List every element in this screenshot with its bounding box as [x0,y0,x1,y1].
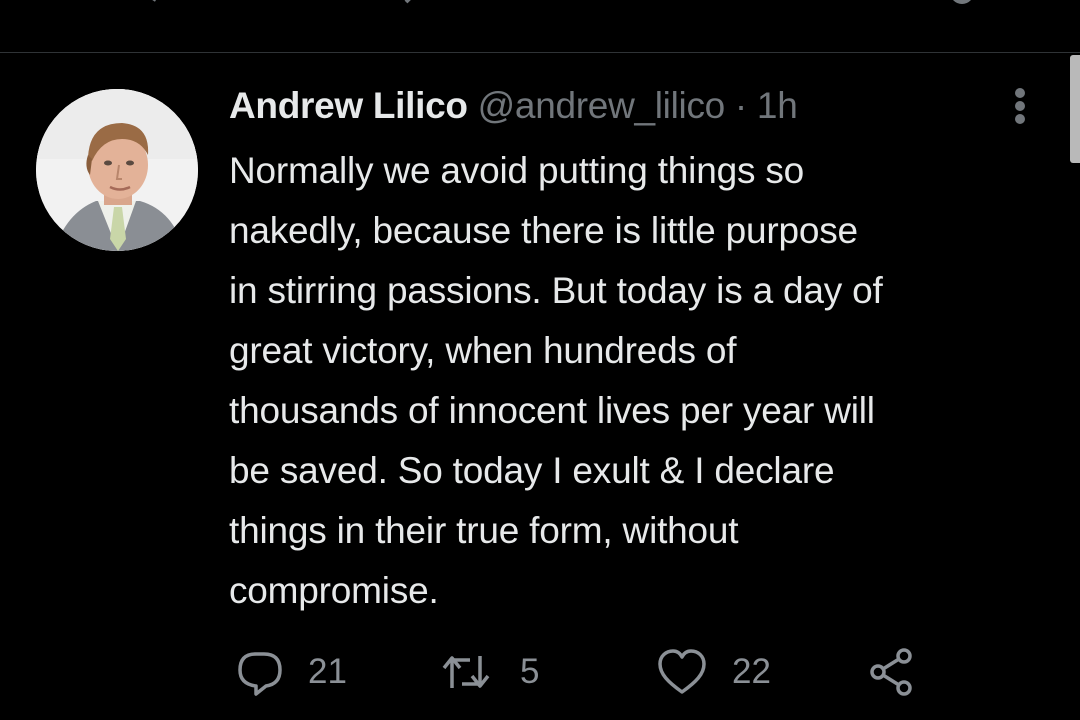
reply-count: 21 [308,652,347,691]
retweet-count: 5 [520,652,540,691]
avatar[interactable] [36,89,198,251]
like-icon[interactable] [660,0,700,8]
tweet-content: Andrew Lilico @andrew_lilico · 1h Normal… [229,82,1049,621]
tweet-header: Andrew Lilico @andrew_lilico · 1h [229,82,1049,130]
tweet-text-line: thousands of innocent lives per year wil… [229,390,875,431]
retweet-icon [440,646,492,698]
tweet-text-line: great victory, when hundreds of [229,330,737,371]
share-icon[interactable] [944,0,980,8]
author-handle[interactable]: @andrew_lilico [478,85,726,126]
tweet-action-bar: 21 5 22 [0,642,1080,702]
tweet-timestamp[interactable]: 1h [757,85,798,126]
retweet-icon[interactable] [382,0,432,8]
tweet-text-line: things in their true form, without [229,510,739,551]
tweet-text-line: be saved. So today I exult & I declare [229,450,835,491]
author-display-name[interactable]: Andrew Lilico [229,85,468,126]
retweet-button[interactable]: 5 [440,642,539,702]
like-icon [656,646,708,698]
tweet-text-line: compromise. [229,570,439,611]
reply-icon [234,646,286,698]
more-vertical-icon[interactable] [1008,86,1032,126]
tweet-divider [0,52,1080,53]
share-icon [866,646,918,698]
separator-dot: · [734,85,747,126]
like-count: 22 [732,652,771,691]
share-button[interactable] [866,642,918,702]
like-button[interactable]: 22 [656,642,771,702]
previous-tweet-actions [0,0,1080,8]
scrollbar[interactable] [1070,55,1080,163]
tweet-text-line: nakedly, because there is little purpose [229,210,858,251]
tweet-text: Normally we avoid putting things so nake… [229,141,1049,621]
tweet-text-line: Normally we avoid putting things so [229,150,805,191]
tweet-text-line: in stirring passions. But today is a day… [229,270,883,311]
reply-icon[interactable] [118,0,160,8]
reply-button[interactable]: 21 [234,642,347,702]
timeline: Andrew Lilico @andrew_lilico · 1h Normal… [0,0,1080,720]
